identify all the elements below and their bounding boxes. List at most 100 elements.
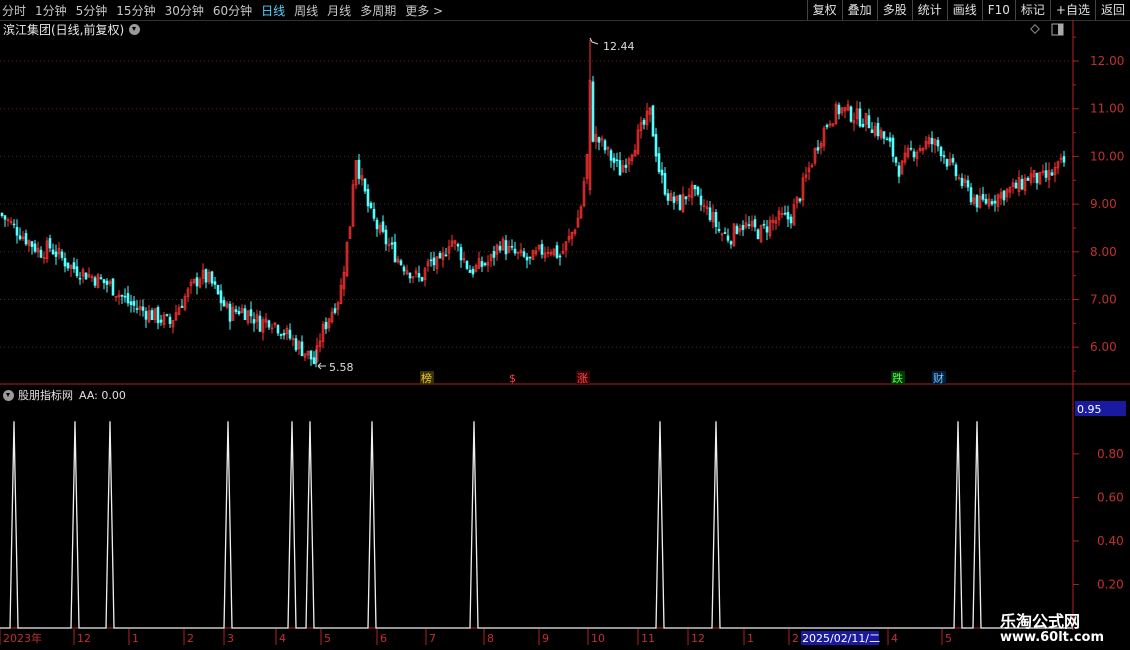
- candle-body: [816, 147, 820, 151]
- statistics-button[interactable]: 统计: [911, 0, 947, 20]
- candle-body: [513, 248, 517, 254]
- candle-body: [612, 157, 616, 163]
- candle-body: [825, 124, 829, 128]
- candle-body: [657, 153, 661, 173]
- candle-body: [648, 107, 652, 115]
- panel-icons: [1030, 23, 1064, 36]
- price-tick-label: 7.00: [1090, 293, 1117, 307]
- event-marker-finance[interactable]: 财: [933, 371, 944, 385]
- candle-body: [261, 319, 265, 333]
- candle-body: [717, 229, 721, 232]
- overlay-button[interactable]: 叠加: [841, 0, 877, 20]
- tab-daily[interactable]: 日线: [261, 2, 285, 19]
- candle-body: [168, 316, 172, 324]
- candle-body: [1050, 172, 1054, 176]
- f10-button[interactable]: F10: [981, 0, 1015, 20]
- tab-weekly[interactable]: 周线: [294, 2, 318, 19]
- candle-body: [582, 181, 586, 207]
- candle-body: [432, 257, 436, 266]
- restore-rights-button[interactable]: 复权: [806, 0, 842, 20]
- tab-30min[interactable]: 30分钟: [165, 2, 204, 19]
- action-buttons: 复权 叠加 多股 统计 画线 F10 标记 +自选 返回: [806, 0, 1130, 20]
- draw-line-button[interactable]: 画线: [946, 0, 982, 20]
- candle-body: [543, 252, 547, 258]
- candle-body: [546, 252, 550, 254]
- tab-15min[interactable]: 15分钟: [116, 2, 155, 19]
- candle-body: [555, 245, 559, 258]
- add-watchlist-button[interactable]: +自选: [1049, 0, 1095, 20]
- candle-body: [369, 202, 373, 209]
- tab-multi-period[interactable]: 多周期: [360, 2, 396, 19]
- price-chart[interactable]: 12.00 11.00 10.00 9.00 8.00 7.00 6.00 0.80 0.60…: [0, 0, 1130, 650]
- candle-body: [462, 258, 466, 261]
- multi-stock-button[interactable]: 多股: [876, 0, 912, 20]
- date-tick-label: 7: [429, 632, 436, 645]
- candle-body: [375, 219, 379, 230]
- candle-body: [84, 272, 88, 280]
- diamond-icon[interactable]: [1030, 24, 1040, 34]
- date-tick-label: 4: [279, 632, 286, 645]
- event-marker-rank[interactable]: 榜: [421, 371, 432, 385]
- tab-1min[interactable]: 1分钟: [35, 2, 67, 19]
- candle-body: [204, 269, 208, 283]
- event-marker-dollar[interactable]: $: [509, 372, 516, 385]
- candle-body: [192, 278, 196, 283]
- tab-60min[interactable]: 60分钟: [213, 2, 252, 19]
- candle-body: [69, 264, 73, 269]
- candle-body: [651, 105, 655, 137]
- tab-5min[interactable]: 5分钟: [76, 2, 108, 19]
- candle-body: [723, 232, 727, 234]
- candle-body: [222, 300, 226, 307]
- tab-intraday[interactable]: 分时: [2, 2, 26, 19]
- candle-body: [123, 295, 127, 298]
- candle-body: [966, 180, 970, 188]
- date-tick-label: 2: [187, 632, 194, 645]
- mark-button[interactable]: 标记: [1014, 0, 1050, 20]
- candle-body: [525, 256, 529, 261]
- candle-body: [78, 277, 82, 280]
- event-marker-rise[interactable]: 涨: [577, 372, 588, 385]
- window-layout-icon[interactable]: [1051, 23, 1064, 36]
- candle-body: [888, 137, 892, 142]
- candle-body: [291, 338, 295, 340]
- candle-body: [921, 147, 925, 151]
- candle-body: [495, 244, 499, 255]
- price-tick-label: 6.00: [1090, 340, 1117, 354]
- price-tick-label: 9.00: [1090, 197, 1117, 211]
- candle-body: [558, 255, 562, 258]
- candle-body: [447, 246, 451, 254]
- candle-body: [684, 196, 688, 200]
- candle-body: [567, 236, 571, 241]
- candle-body: [711, 212, 715, 223]
- candle-body: [501, 238, 505, 250]
- candle-body: [522, 251, 526, 257]
- chevron-down-icon[interactable]: [3, 389, 14, 401]
- candle-body: [147, 310, 151, 323]
- candle-body: [837, 104, 841, 115]
- candle-body: [282, 332, 286, 336]
- candle-body: [936, 139, 940, 147]
- candle-body: [984, 198, 988, 204]
- date-tick-label: 12: [77, 632, 91, 645]
- stock-title[interactable]: 滨江集团(日线,前复权): [3, 21, 141, 38]
- candle-body: [927, 137, 931, 145]
- candle-body: [822, 127, 826, 147]
- candle-body: [219, 290, 223, 304]
- event-marker-fall[interactable]: 跌: [892, 371, 903, 385]
- candle-body: [636, 129, 640, 154]
- candle-body: [396, 258, 400, 263]
- back-button[interactable]: 返回: [1094, 0, 1130, 20]
- indicator-name: 股朋指标网: [18, 389, 73, 402]
- candle-body: [1005, 189, 1009, 198]
- tab-more[interactable]: 更多 >: [405, 2, 443, 19]
- watermark-url: www.60lt.com: [1000, 630, 1105, 645]
- tab-monthly[interactable]: 月线: [327, 2, 351, 19]
- candle-body: [846, 104, 850, 111]
- chevron-down-icon[interactable]: [129, 24, 141, 35]
- candle-body: [255, 314, 259, 322]
- indicator-title[interactable]: 股朋指标网 AA: 0.00: [3, 387, 126, 403]
- candle-body: [864, 112, 868, 125]
- candle-body: [963, 178, 967, 183]
- candle-body: [957, 177, 961, 179]
- candle-body: [960, 177, 964, 187]
